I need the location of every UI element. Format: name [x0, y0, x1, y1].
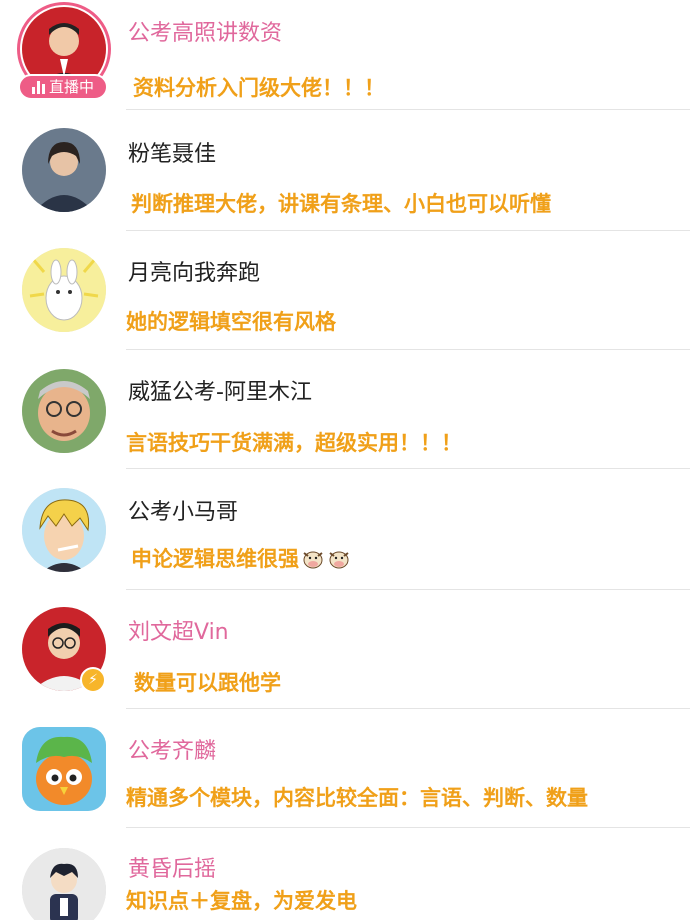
avatar[interactable]: [22, 848, 106, 920]
user-name[interactable]: 粉笔聂佳: [128, 141, 216, 169]
comment-label: 申论逻辑思维很强: [131, 547, 299, 571]
user-name[interactable]: 黄昏后摇: [128, 856, 216, 884]
comment-text: 精通多个模块，内容比较全面：言语、判断、数量: [126, 786, 588, 810]
lightning-icon: ⚡: [80, 667, 106, 693]
live-bars-icon: [31, 80, 45, 94]
cow-icon: [329, 551, 349, 569]
user-name[interactable]: 公考小马哥: [128, 499, 238, 527]
user-name[interactable]: 公考齐麟: [128, 738, 216, 766]
comment-text: 资料分析入门级大佬！！！: [133, 76, 385, 100]
list-item[interactable]: 黄昏后摇 知识点＋复盘，为爱发电: [0, 828, 690, 920]
comment-text: 判断推理大佬，讲课有条理、小白也可以听懂: [131, 192, 551, 216]
list-item[interactable]: 月亮向我奔跑 她的逻辑填空很有风格: [0, 231, 690, 350]
user-name[interactable]: 刘文超Vin: [128, 619, 229, 647]
live-badge-label: 直播中: [48, 78, 94, 96]
live-badge[interactable]: 直播中: [18, 74, 108, 100]
avatar[interactable]: [22, 369, 106, 453]
avatar[interactable]: [22, 128, 106, 212]
avatar[interactable]: [22, 727, 106, 811]
list-item[interactable]: 直播中 公考高照讲数资 资料分析入门级大佬！！！: [0, 0, 690, 119]
divider: [126, 468, 690, 469]
list-item[interactable]: 公考小马哥 申论逻辑思维很强: [0, 470, 690, 590]
comment-text: 数量可以跟他学: [134, 671, 281, 695]
comment-text: 知识点＋复盘，为爱发电: [126, 889, 357, 913]
list-item[interactable]: 威猛公考-阿里木江 言语技巧干货满满，超级实用！！！: [0, 350, 690, 469]
list-item[interactable]: ⚡ 刘文超Vin 数量可以跟他学: [0, 590, 690, 709]
list-item[interactable]: 公考齐麟 精通多个模块，内容比较全面：言语、判断、数量: [0, 709, 690, 828]
cow-icon: [303, 551, 323, 569]
comment-text: 申论逻辑思维很强: [131, 544, 351, 574]
comment-text: 她的逻辑填空很有风格: [126, 310, 336, 334]
user-name[interactable]: 威猛公考-阿里木江: [128, 379, 312, 407]
comment-text: 言语技巧干货满满，超级实用！！！: [126, 431, 462, 455]
avatar[interactable]: [22, 488, 106, 572]
user-name[interactable]: 月亮向我奔跑: [128, 260, 260, 288]
user-name[interactable]: 公考高照讲数资: [128, 20, 282, 48]
list-item[interactable]: 粉笔聂佳 判断推理大佬，讲课有条理、小白也可以听懂: [0, 110, 690, 231]
avatar[interactable]: [22, 248, 106, 332]
